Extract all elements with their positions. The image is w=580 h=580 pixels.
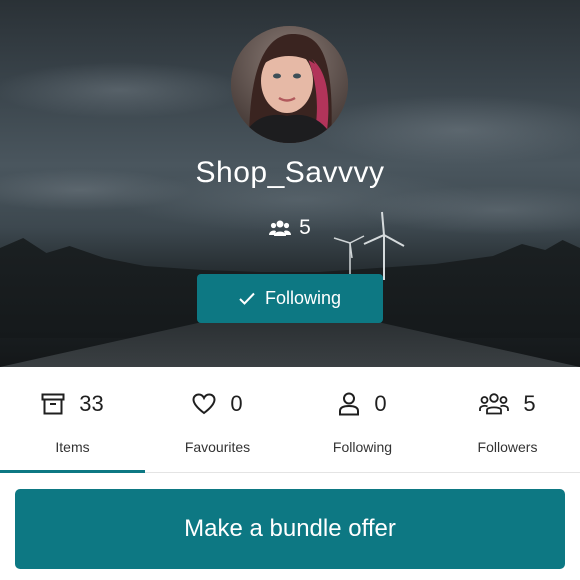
tab-items[interactable]: 33 Items — [0, 367, 145, 473]
heart-icon — [192, 393, 216, 415]
followers-label: Followers — [477, 439, 538, 455]
profile-stats-tabs: 33 Items 0 Favourites 0 Following 5 Foll… — [0, 367, 580, 473]
checkmark-icon — [239, 292, 255, 305]
users-icon — [479, 393, 510, 415]
items-count: 33 — [79, 391, 104, 416]
following-count: 0 — [374, 391, 387, 416]
user-icon — [339, 392, 360, 416]
following-button-label: Following — [264, 288, 342, 308]
tab-followers[interactable]: 5 Followers — [435, 367, 580, 472]
profile-avatar[interactable] — [231, 26, 348, 143]
tab-favourites[interactable]: 0 Favourites — [145, 367, 290, 472]
followers-count: 5 — [523, 391, 536, 416]
hero-followers-count[interactable]: 5 — [0, 216, 580, 240]
users-icon — [269, 220, 292, 236]
archive-icon — [41, 393, 65, 415]
shop-name: Shop_Savvvy — [195, 156, 385, 189]
favourites-count: 0 — [230, 391, 243, 416]
following-label: Following — [332, 439, 393, 455]
items-label: Items — [55, 439, 90, 455]
avatar-photo — [231, 26, 348, 143]
hero-followers-value: 5 — [299, 216, 311, 239]
following-button[interactable]: Following — [197, 274, 383, 323]
favourites-label: Favourites — [184, 439, 251, 455]
tab-following[interactable]: 0 Following — [290, 367, 435, 472]
make-bundle-offer-button[interactable]: Make a bundle offer — [15, 489, 565, 569]
